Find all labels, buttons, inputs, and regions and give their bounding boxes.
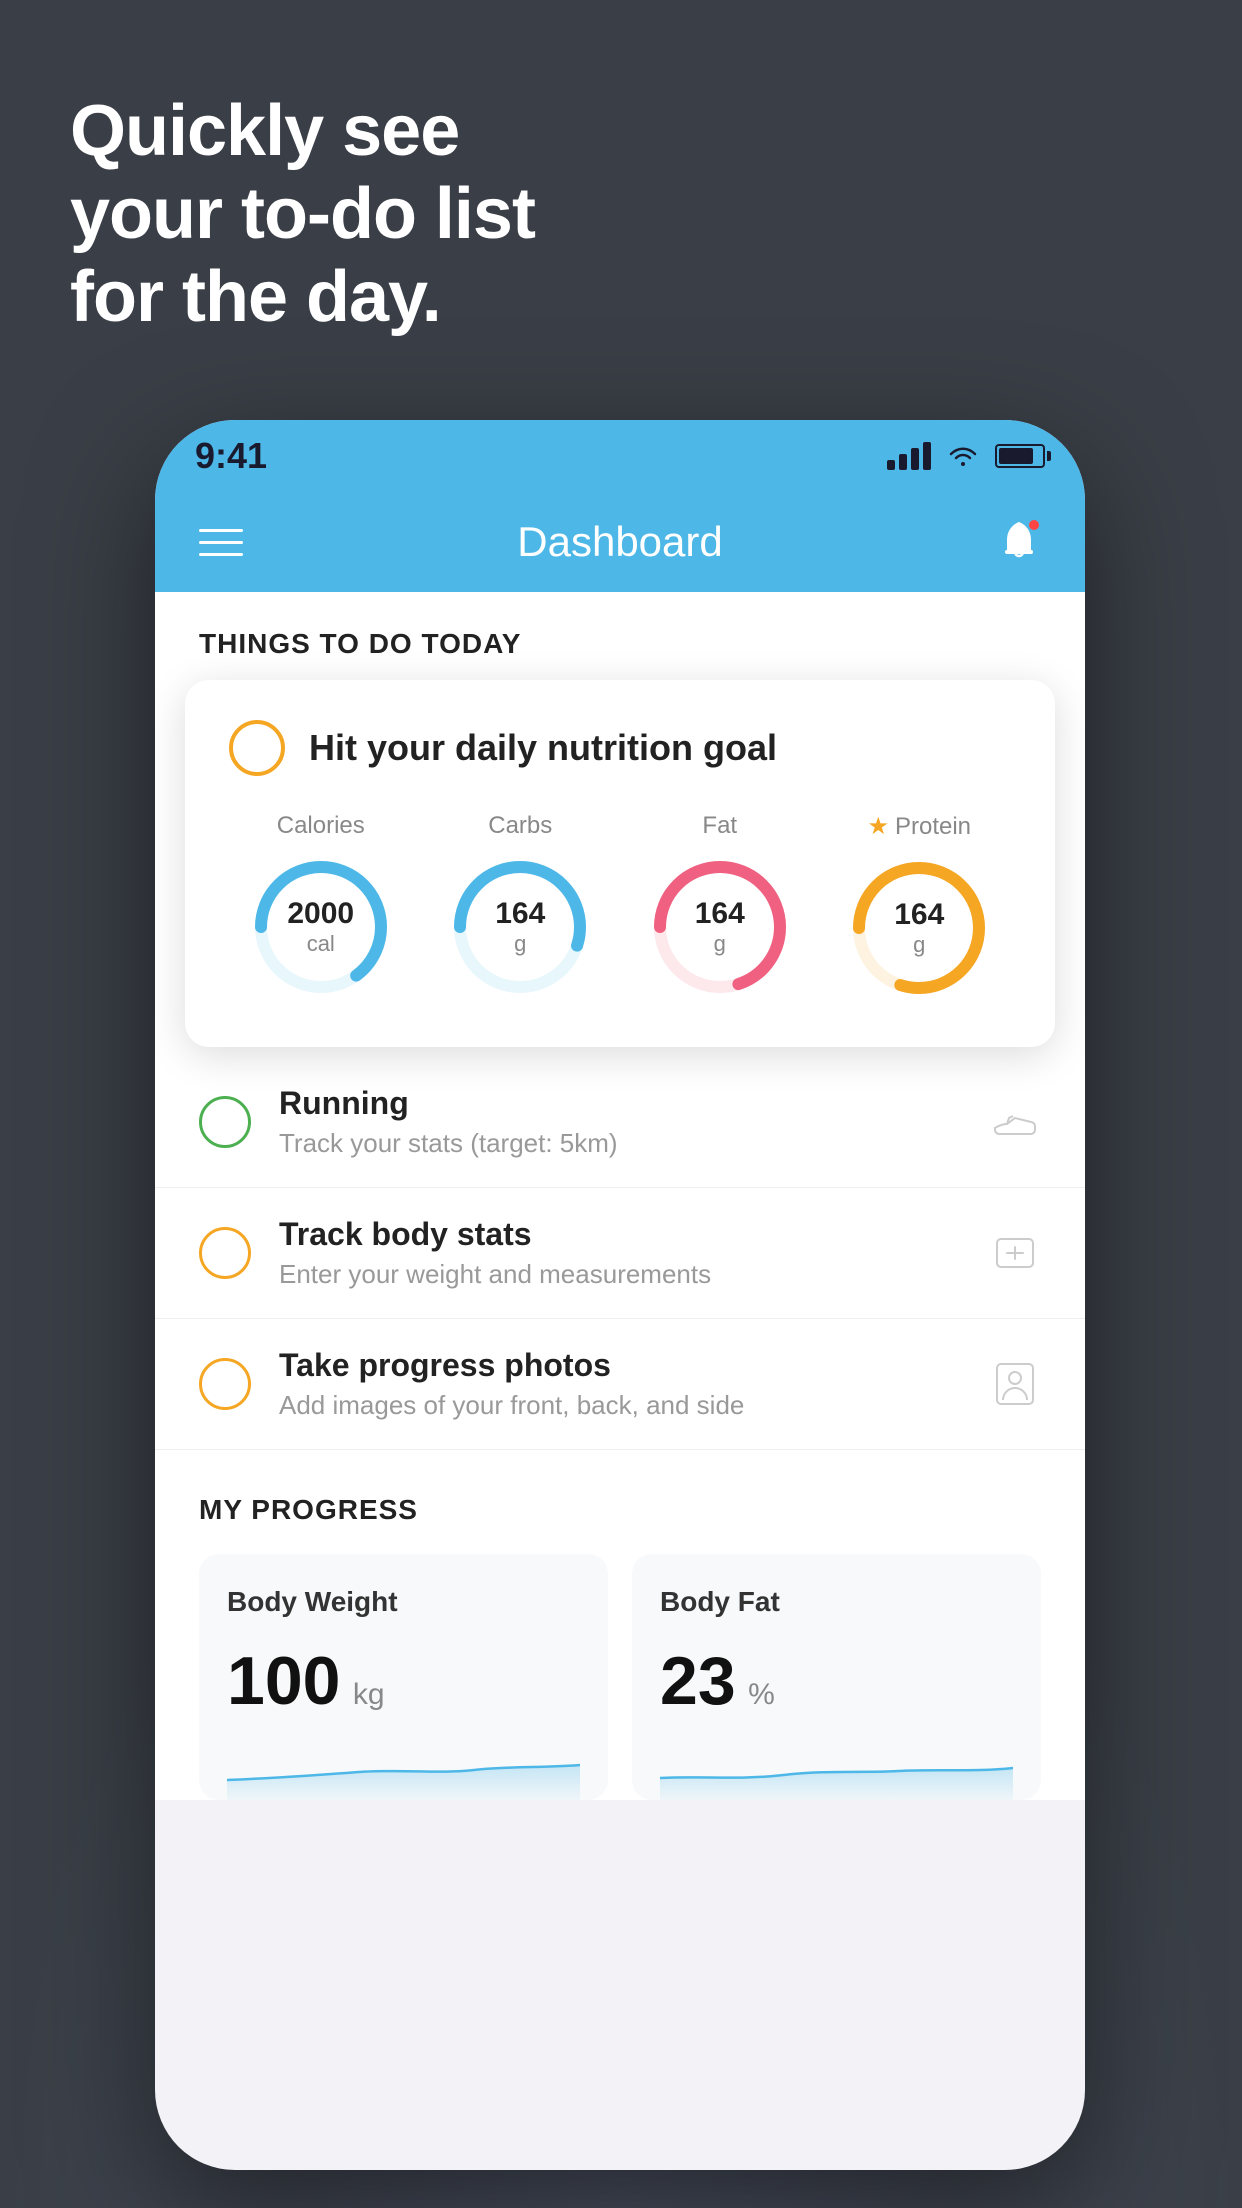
todo-title-body-stats: Track body stats: [279, 1216, 961, 1253]
body-fat-value: 23: [660, 1643, 736, 1719]
todo-item-progress-photos[interactable]: Take progress photos Add images of your …: [155, 1319, 1085, 1450]
nutrition-check-circle: [229, 720, 285, 776]
progress-cards-row: Body Weight 100 kg: [199, 1554, 1041, 1800]
body-fat-unit: %: [748, 1678, 775, 1711]
todo-circle-running: [199, 1096, 251, 1148]
macro-circle-carbs: 164g: [445, 852, 595, 1002]
todo-circle-progress-photos: [199, 1358, 251, 1410]
todo-title-progress-photos: Take progress photos: [279, 1347, 961, 1384]
macros-row: Calories 2000cal Carbs 164g Fat 164g ★Prote…: [229, 812, 1011, 1003]
status-bar: 9:41: [155, 420, 1085, 492]
body-fat-chart: [660, 1740, 1013, 1800]
notification-bell-icon[interactable]: [997, 518, 1041, 566]
macro-carbs: Carbs 164g: [445, 812, 595, 1002]
nutrition-card-title: Hit your daily nutrition goal: [309, 727, 777, 769]
todo-title-running: Running: [279, 1085, 961, 1122]
signal-icon: [887, 442, 931, 470]
phone-mockup: 9:41 Dashboard: [155, 420, 1085, 2170]
body-fat-card[interactable]: Body Fat 23 %: [632, 1554, 1041, 1800]
macro-circle-calories: 2000cal: [246, 852, 396, 1002]
nutrition-card[interactable]: Hit your daily nutrition goal Calories 2…: [185, 680, 1055, 1047]
todo-circle-body-stats: [199, 1227, 251, 1279]
macro-fat: Fat 164g: [645, 812, 795, 1002]
todo-subtitle-progress-photos: Add images of your front, back, and side: [279, 1390, 961, 1421]
body-weight-chart: [227, 1740, 580, 1800]
battery-icon: [995, 444, 1045, 468]
hero-line1: Quickly see: [70, 90, 535, 173]
my-progress-title: MY PROGRESS: [199, 1494, 1041, 1526]
hero-line2: your to-do list: [70, 173, 535, 256]
body-fat-card-title: Body Fat: [660, 1586, 1013, 1618]
wifi-icon: [947, 444, 979, 468]
macro-circle-fat: 164g: [645, 852, 795, 1002]
macro-calories: Calories 2000cal: [246, 812, 396, 1002]
my-progress-section: MY PROGRESS Body Weight 100 kg: [155, 1450, 1085, 1800]
todo-item-body-stats[interactable]: Track body stats Enter your weight and m…: [155, 1188, 1085, 1319]
body-weight-card[interactable]: Body Weight 100 kg: [199, 1554, 608, 1800]
macro-protein: ★Protein 164g: [844, 812, 994, 1003]
body-weight-card-title: Body Weight: [227, 1586, 580, 1618]
star-icon: ★: [867, 812, 889, 841]
app-header: Dashboard: [155, 492, 1085, 592]
shoe-icon: [989, 1096, 1041, 1148]
body-weight-value: 100: [227, 1643, 340, 1719]
todo-item-running[interactable]: Running Track your stats (target: 5km): [155, 1057, 1085, 1188]
scale-icon: [989, 1227, 1041, 1279]
person-icon: [989, 1358, 1041, 1410]
notification-dot: [1027, 518, 1041, 532]
status-icons: [887, 442, 1045, 470]
header-title: Dashboard: [517, 518, 722, 566]
body-weight-unit: kg: [353, 1678, 385, 1711]
todo-subtitle-body-stats: Enter your weight and measurements: [279, 1259, 961, 1290]
things-to-do-header: THINGS TO DO TODAY: [155, 592, 1085, 680]
hero-line3: for the day.: [70, 256, 535, 339]
hero-text: Quickly see your to-do list for the day.: [70, 90, 535, 338]
nutrition-card-title-row: Hit your daily nutrition goal: [229, 720, 1011, 776]
menu-icon[interactable]: [199, 529, 243, 556]
macro-circle-protein: 164g: [844, 853, 994, 1003]
todo-list: Running Track your stats (target: 5km) T…: [155, 1057, 1085, 1450]
status-time: 9:41: [195, 435, 267, 477]
todo-subtitle-running: Track your stats (target: 5km): [279, 1128, 961, 1159]
